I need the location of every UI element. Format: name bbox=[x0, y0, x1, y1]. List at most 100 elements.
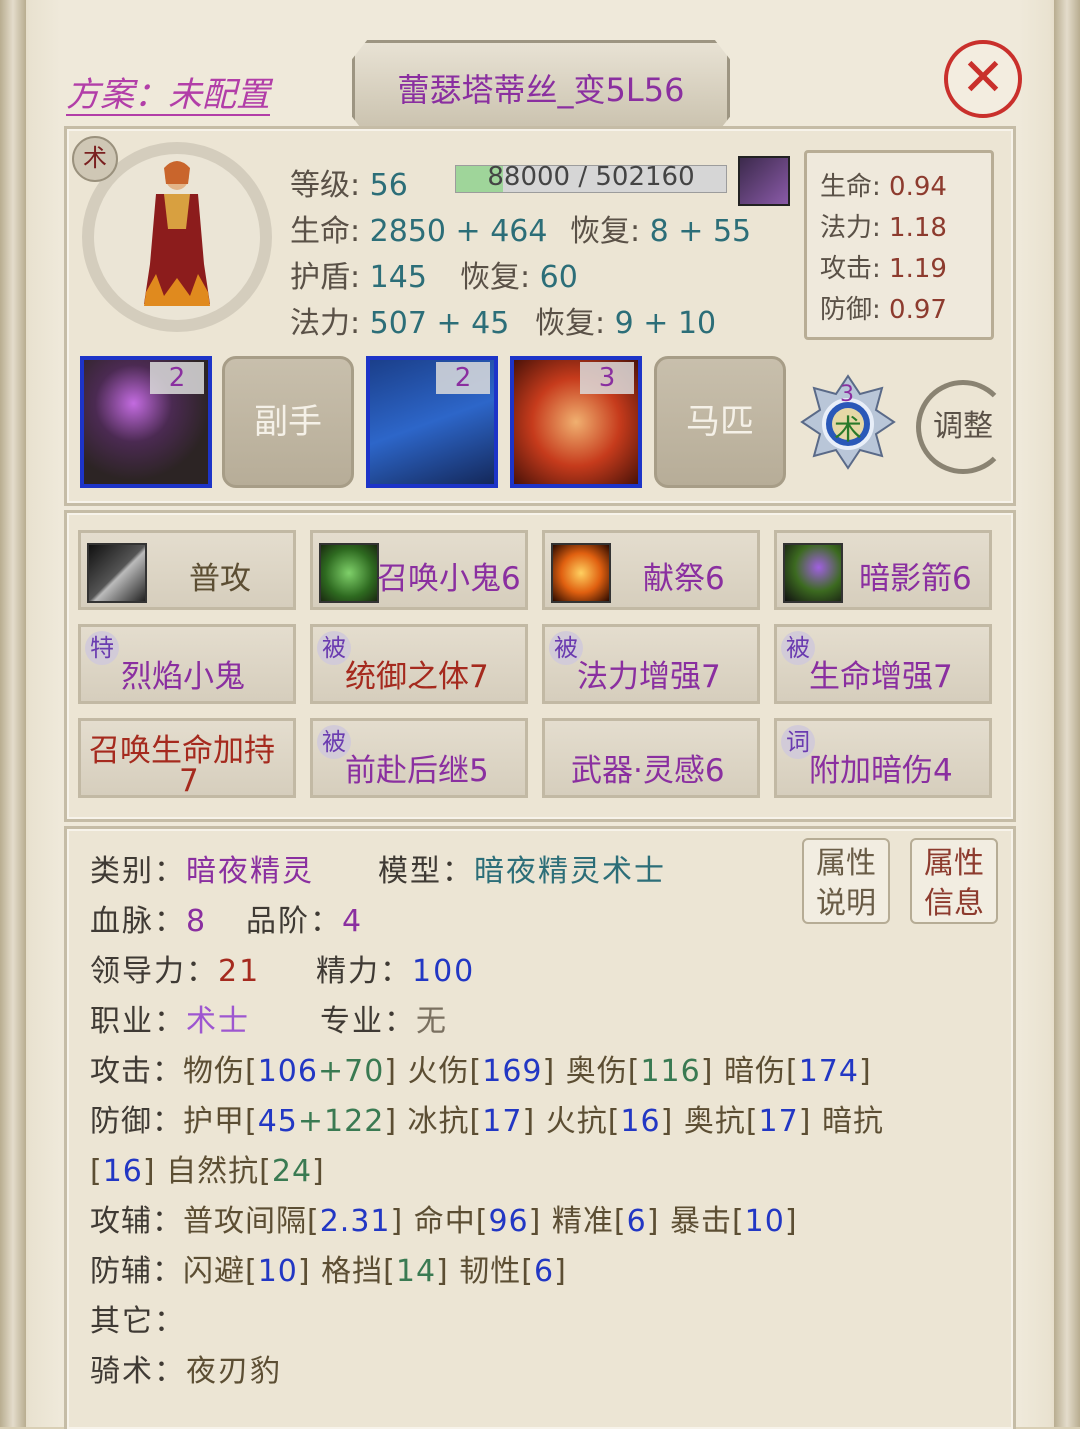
skill-life-boost[interactable]: 被 生命增强7 bbox=[774, 624, 992, 704]
grade-value: 4 bbox=[342, 904, 364, 939]
life-value: 2850 + 464 bbox=[369, 214, 548, 249]
defense-row-cont: [16] 自然抗[24] bbox=[90, 1146, 325, 1190]
ratio-attack-label: 攻击: bbox=[820, 254, 881, 284]
shield-regen-label: 恢复: bbox=[460, 260, 531, 295]
crit-value: 10 bbox=[744, 1204, 785, 1239]
leadership-value: 21 bbox=[218, 954, 261, 989]
attr-explain-button[interactable]: 属性 说明 bbox=[802, 838, 890, 924]
skill-label: 武器·灵感6 bbox=[571, 753, 725, 789]
mount-label: 马匹 bbox=[686, 402, 754, 442]
character-portrait bbox=[144, 161, 210, 306]
bloodline-row: 血脉：8 bbox=[90, 896, 207, 940]
skill-summon-imp[interactable]: 召唤小鬼6 bbox=[310, 530, 528, 610]
mana-regen-label: 恢复: bbox=[535, 306, 606, 341]
scroll-icon[interactable] bbox=[738, 156, 790, 206]
profession-row: 专业：无 bbox=[320, 996, 448, 1040]
armor-label: 护甲[ bbox=[183, 1104, 258, 1139]
precision-value: 6 bbox=[626, 1204, 647, 1239]
grade-row: 品阶：4 bbox=[246, 896, 363, 940]
adjust-button[interactable]: 调整 bbox=[916, 380, 1010, 474]
equip-slot-offhand[interactable]: 副手 bbox=[222, 356, 354, 488]
phys-bonus: +70 bbox=[317, 1054, 385, 1089]
level-label: 等级: bbox=[290, 168, 361, 203]
rank-number: 3 bbox=[840, 382, 854, 407]
ratio-life: 生命: 0.94 bbox=[820, 166, 947, 203]
ratio-life-label: 生命: bbox=[820, 172, 881, 202]
arcaneres-label: ] 奥抗[ bbox=[660, 1104, 759, 1139]
hit-label: ] 命中[ bbox=[390, 1204, 489, 1239]
life-regen-value: 8 + 55 bbox=[649, 214, 752, 249]
category-row: 类别：暗夜精灵 bbox=[90, 846, 314, 890]
category-label: 类别： bbox=[90, 854, 186, 889]
skill-succession[interactable]: 被 前赴后继5 bbox=[310, 718, 528, 798]
profession-label: 专业： bbox=[320, 1004, 416, 1039]
skill-shadow-bolt[interactable]: 暗影箭6 bbox=[774, 530, 992, 610]
leadership-row: 领导力：21 bbox=[90, 946, 260, 990]
energy-row: 精力：100 bbox=[316, 946, 475, 990]
equip-slot-weapon[interactable]: 2 bbox=[80, 356, 212, 488]
ice-value: 17 bbox=[482, 1104, 523, 1139]
skill-fire-imp[interactable]: 特 烈焰小鬼 bbox=[78, 624, 296, 704]
fire-icon bbox=[551, 543, 611, 603]
block-value: 14 bbox=[395, 1254, 437, 1289]
fireres-value: 16 bbox=[620, 1104, 661, 1139]
bloodline-value: 8 bbox=[186, 904, 208, 939]
ratio-defense: 防御: 0.97 bbox=[820, 289, 947, 326]
equip-slot-mount[interactable]: 马匹 bbox=[654, 356, 786, 488]
skill-summon-life[interactable]: 召唤生命加持 7 bbox=[78, 718, 296, 799]
class-badge: 术 bbox=[72, 136, 118, 182]
interval-label: 普攻间隔[ bbox=[183, 1204, 320, 1239]
mana-value: 507 + 45 bbox=[369, 306, 510, 341]
job-value: 术士 bbox=[186, 1004, 250, 1039]
shadow-bolt-icon bbox=[783, 543, 843, 603]
tough-label: ] 韧性[ bbox=[436, 1254, 534, 1289]
atk-aux-label: 攻辅： bbox=[90, 1204, 183, 1239]
close-button[interactable]: ✕ bbox=[944, 40, 1022, 118]
atk-aux-row: 攻辅：普攻间隔[2.31] 命中[96] 精准[6] 暴击[10] bbox=[90, 1196, 798, 1240]
skill-command-body[interactable]: 被 统御之体7 bbox=[310, 624, 528, 704]
scheme-link[interactable]: 方案：未配置 bbox=[66, 76, 270, 116]
shadow-value: 174 bbox=[798, 1054, 859, 1089]
mana-label: 法力: bbox=[290, 306, 361, 341]
riding-row: 骑术：夜刃豹 bbox=[90, 1346, 282, 1390]
fireres-label: ] 火抗[ bbox=[522, 1104, 621, 1139]
skill-basic-attack[interactable]: 普攻 bbox=[78, 530, 296, 610]
ratio-defense-label: 防御: bbox=[820, 295, 881, 325]
exp-bar: 88000 / 502160 bbox=[455, 162, 727, 193]
defense-row: 防御：护甲[45+122] 冰抗[17] 火抗[16] 奥抗[17] 暗抗 bbox=[90, 1096, 884, 1140]
equip-accessory-count: 3 bbox=[580, 362, 634, 394]
model-value: 暗夜精灵术士 bbox=[474, 854, 666, 889]
attr-info-button[interactable]: 属性 信息 bbox=[910, 838, 998, 924]
skill-mana-boost[interactable]: 被 法力增强7 bbox=[542, 624, 760, 704]
skill-weapon-inspiration[interactable]: 武器·灵感6 bbox=[542, 718, 760, 798]
ratio-attack-value: 1.19 bbox=[889, 254, 947, 284]
ice-label: ] 冰抗[ bbox=[384, 1104, 483, 1139]
life-label: 生命: bbox=[290, 214, 361, 249]
skill-label: 附加暗伤4 bbox=[809, 753, 953, 789]
equip-armor-count: 2 bbox=[436, 362, 490, 394]
arcane-value: 116 bbox=[640, 1054, 701, 1089]
attr-explain-line1: 属性 bbox=[816, 846, 876, 881]
riding-value: 夜刃豹 bbox=[186, 1354, 282, 1389]
skill-label: 烈焰小鬼 bbox=[121, 659, 245, 695]
rank-char: 术 bbox=[834, 413, 863, 446]
equip-slot-armor[interactable]: 2 bbox=[366, 356, 498, 488]
arcaneres-value: 17 bbox=[758, 1104, 799, 1139]
ratio-defense-value: 0.97 bbox=[889, 295, 947, 325]
mana-row: 法力: 507 + 45 bbox=[290, 298, 509, 342]
equip-weapon-count: 2 bbox=[150, 362, 204, 394]
equip-slot-accessory[interactable]: 3 bbox=[510, 356, 642, 488]
block-label: ] 格挡[ bbox=[297, 1254, 396, 1289]
def-aux-label: 防辅： bbox=[90, 1254, 183, 1289]
rank-badge[interactable]: 3 术 bbox=[800, 374, 896, 470]
character-name: 蕾瑟塔蒂丝_变5L56 bbox=[397, 71, 685, 109]
fire-label: ] 火伤[ bbox=[384, 1054, 483, 1089]
skill-immolate[interactable]: 献祭6 bbox=[542, 530, 760, 610]
defense-label: 防御： bbox=[90, 1104, 183, 1139]
skill-label: 普攻 bbox=[189, 561, 251, 597]
job-label: 职业： bbox=[90, 1004, 186, 1039]
skill-extra-shadow[interactable]: 词 附加暗伤4 bbox=[774, 718, 992, 798]
attack-label: 攻击： bbox=[90, 1054, 183, 1089]
mana-regen-value: 9 + 10 bbox=[614, 306, 717, 341]
close-icon: ✕ bbox=[961, 48, 1005, 108]
